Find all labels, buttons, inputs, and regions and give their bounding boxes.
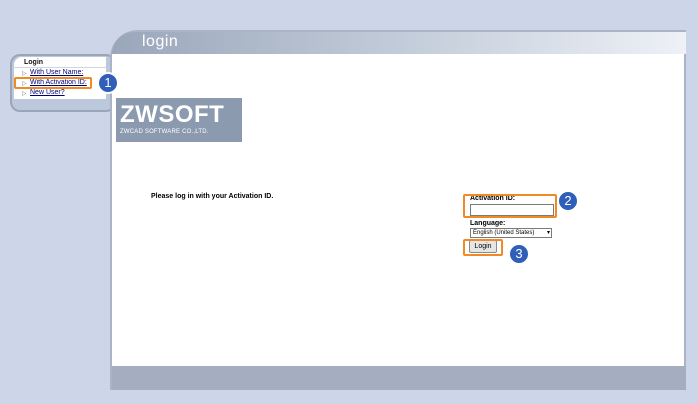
highlight-login-button	[463, 239, 503, 256]
login-prompt: Please log in with your Activation ID.	[151, 193, 274, 200]
window-footer	[112, 366, 686, 390]
nav-item-new-user[interactable]: ▷ New User?	[14, 88, 106, 98]
nav-item-label: With User Name:	[30, 69, 84, 76]
highlight-activation-nav	[14, 77, 92, 89]
language-select[interactable]: English (United States) ▾	[470, 228, 552, 238]
window-title: login	[142, 33, 179, 50]
language-label: Language:	[470, 220, 506, 227]
zwsoft-logo: ZWSOFT ZWCAD SOFTWARE CO.,LTD.	[116, 98, 242, 142]
login-content: ZWSOFT ZWCAD SOFTWARE CO.,LTD. Please lo…	[112, 54, 684, 366]
window-header: login	[112, 32, 686, 54]
callout-step-2: 2	[557, 190, 579, 212]
nav-item-label: New User?	[30, 89, 65, 96]
callout-step-1: 1	[97, 72, 119, 94]
login-window: login ZWSOFT ZWCAD SOFTWARE CO.,LTD. Ple…	[110, 30, 686, 390]
logo-wordmark: ZWSOFT	[120, 101, 225, 128]
login-nav-title: Login	[14, 57, 106, 68]
highlight-activation-field	[463, 194, 557, 218]
arrow-right-icon: ▷	[22, 91, 27, 97]
chevron-down-icon: ▾	[546, 230, 550, 236]
logo-subtitle: ZWCAD SOFTWARE CO.,LTD.	[120, 129, 209, 135]
callout-step-3: 3	[508, 243, 530, 265]
language-selected-value: English (United States)	[473, 230, 535, 236]
